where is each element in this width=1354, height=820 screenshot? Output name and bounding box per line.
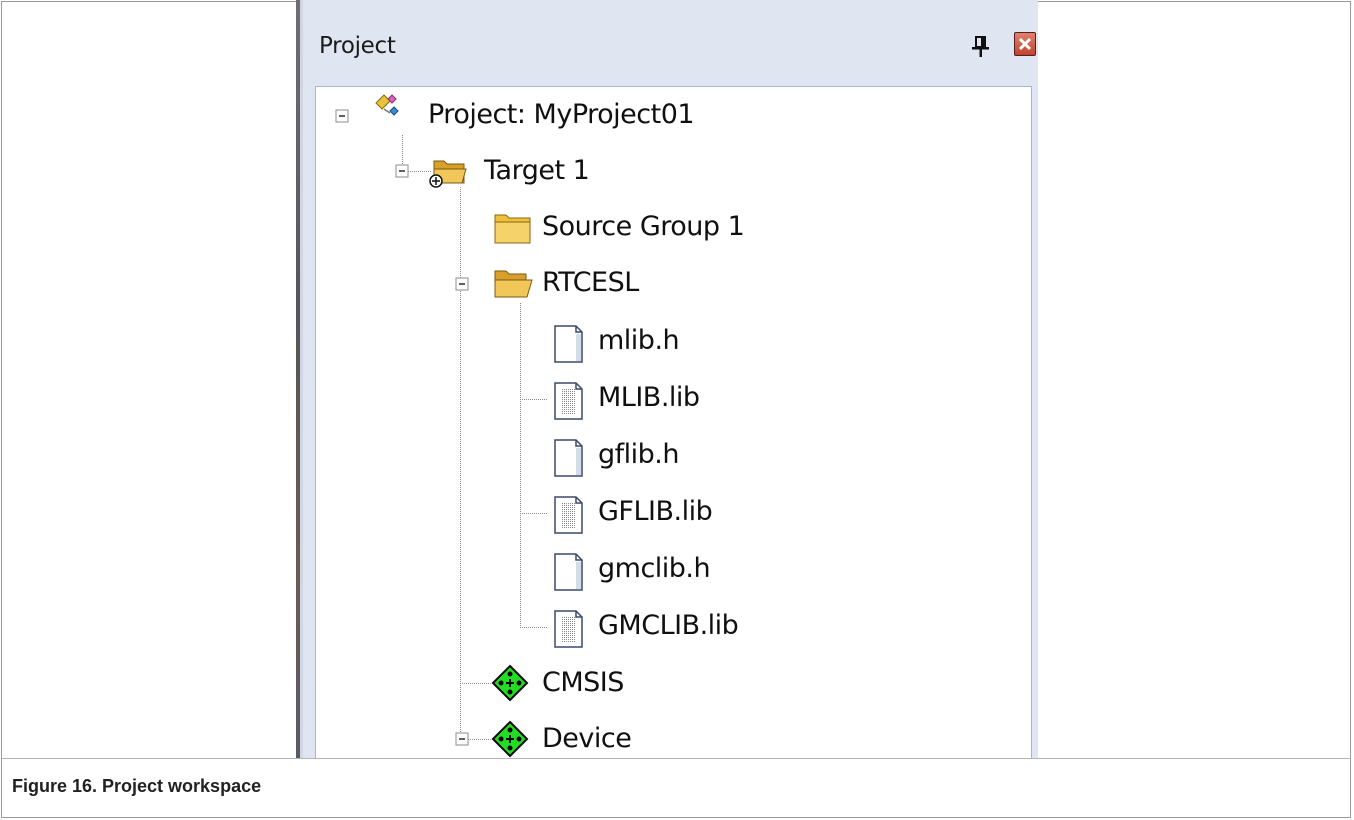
library-file-icon bbox=[554, 610, 583, 648]
close-icon bbox=[1018, 37, 1032, 51]
tree-node-file[interactable]: mlib.h bbox=[598, 325, 680, 357]
root-collapse-toggle[interactable] bbox=[335, 109, 349, 123]
tree-node-file[interactable]: GFLIB.lib bbox=[598, 496, 713, 528]
open-folder-icon bbox=[494, 270, 533, 298]
tree-node-file[interactable]: gflib.h bbox=[598, 439, 679, 471]
component-icon bbox=[491, 720, 529, 758]
tree-node-project[interactable]: Project: MyProject01 bbox=[428, 99, 695, 131]
folder-icon bbox=[494, 214, 531, 244]
component-icon bbox=[491, 664, 529, 702]
tree-node-rtcesl[interactable]: RTCESL bbox=[542, 267, 639, 299]
project-tree: Project: MyProject01 Target 1 Source Gro… bbox=[315, 86, 1032, 758]
pin-icon[interactable] bbox=[970, 34, 992, 60]
tree-node-file[interactable]: MLIB.lib bbox=[598, 382, 700, 414]
tree-node-source-group[interactable]: Source Group 1 bbox=[542, 211, 745, 243]
library-file-icon bbox=[554, 382, 583, 420]
target-folder-icon bbox=[429, 160, 467, 188]
tree-node-device[interactable]: Device bbox=[542, 723, 632, 755]
project-panel: Project Project: MyProject01 Target 1 So… bbox=[303, 0, 1038, 758]
figure-caption: Figure 16. Project workspace bbox=[12, 776, 262, 796]
panel-title: Project bbox=[319, 33, 396, 59]
close-button[interactable] bbox=[1014, 32, 1036, 56]
target-collapse-toggle[interactable] bbox=[395, 164, 409, 178]
tree-node-cmsis[interactable]: CMSIS bbox=[542, 667, 624, 699]
header-file-icon bbox=[554, 553, 583, 591]
project-icon bbox=[375, 94, 399, 116]
tree-node-target[interactable]: Target 1 bbox=[484, 155, 590, 187]
device-collapse-toggle[interactable] bbox=[455, 732, 469, 746]
caption-divider bbox=[2, 758, 1351, 759]
header-file-icon bbox=[554, 439, 583, 477]
tree-node-file[interactable]: GMCLIB.lib bbox=[598, 610, 739, 642]
rtcesl-collapse-toggle[interactable] bbox=[455, 277, 469, 291]
library-file-icon bbox=[554, 496, 583, 534]
header-file-icon bbox=[554, 325, 583, 363]
tree-node-file[interactable]: gmclib.h bbox=[598, 553, 711, 585]
